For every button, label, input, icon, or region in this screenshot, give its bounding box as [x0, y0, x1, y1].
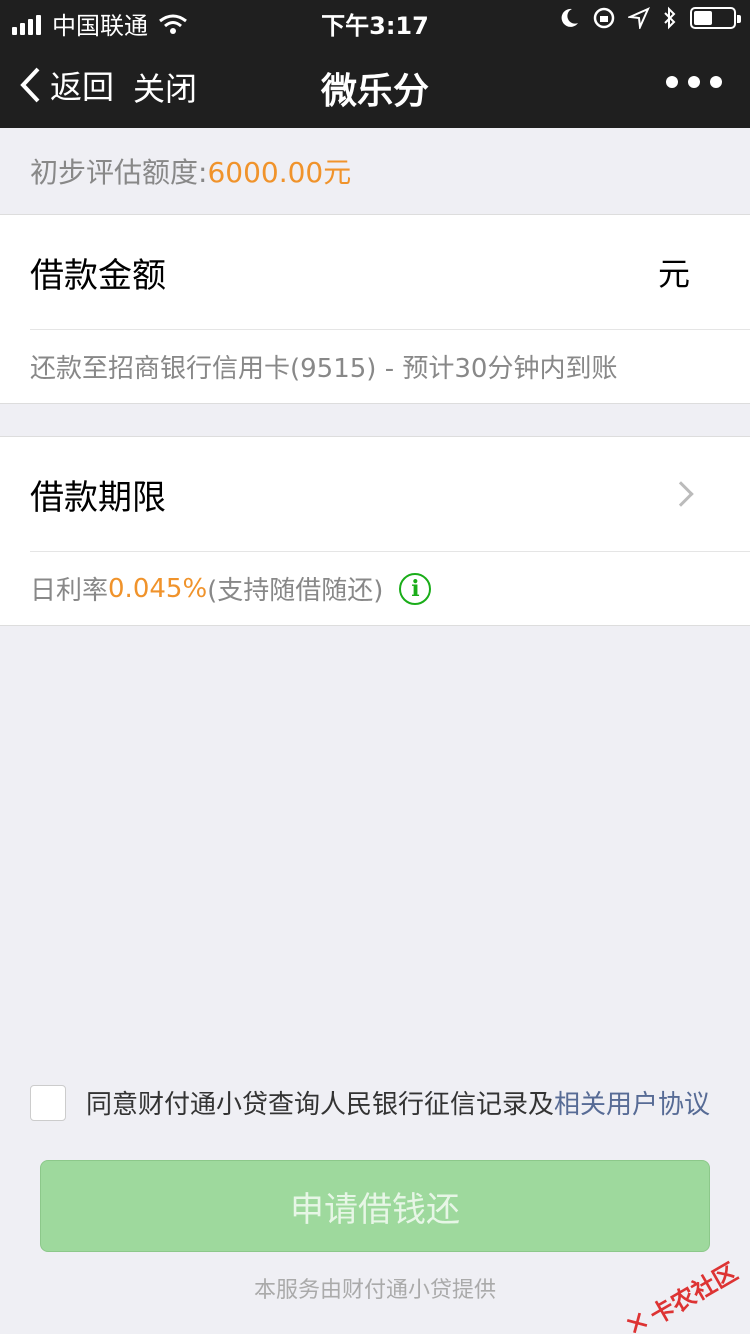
quota-bar: 初步评估额度: 6000.00元: [0, 128, 750, 214]
page-title: 微乐分: [320, 71, 429, 112]
loan-amount-section: 借款金额 元 还款至招商银行信用卡(9515) - 预计30分钟内到账: [0, 214, 750, 404]
status-bar: 中国联通 下午3:17: [0, 0, 750, 40]
agreement-link[interactable]: 相关用户协议: [554, 1084, 710, 1121]
bluetooth-icon: [664, 6, 676, 30]
loan-amount-row[interactable]: 借款金额 元: [0, 215, 750, 329]
interest-rate-row: 日利率 0.045% (支持随借随还) i: [30, 551, 750, 625]
watermark-text: 卡农社区: [644, 1257, 742, 1330]
top-bar: 中国联通 下午3:17 返回 关闭 微乐分: [0, 0, 750, 128]
footer-note: 本服务由财付通小贷提供: [253, 1278, 496, 1303]
moon-icon: [561, 8, 578, 27]
quota-amount: 6000.00元: [207, 156, 352, 189]
loan-term-section: 借款期限 日利率 0.045% (支持随借随还) i: [0, 436, 750, 626]
repay-info: 还款至招商银行信用卡(9515) - 预计30分钟内到账: [30, 329, 750, 403]
chevron-right-icon: [668, 481, 694, 507]
battery-icon: [690, 7, 741, 29]
loan-term-label: 借款期限: [30, 477, 166, 518]
rate-suffix: (支持随借随还): [207, 576, 384, 606]
apply-button[interactable]: 申请借钱还: [40, 1160, 710, 1252]
rate-value: 0.045%: [108, 573, 208, 604]
currency-unit: 元: [657, 255, 690, 293]
navigation-bar: 返回 关闭 微乐分: [0, 40, 750, 128]
location-icon: [628, 7, 650, 29]
agreement-checkbox[interactable]: [30, 1084, 66, 1121]
rate-prefix: 日利率: [30, 576, 109, 606]
quota-label: 初步评估额度:: [30, 156, 208, 189]
loan-amount-label: 借款金额: [30, 255, 166, 296]
agreement-row: 同意财付通小贷查询人民银行征信记录及 相关用户协议: [30, 1084, 710, 1121]
rotation-lock-icon: [593, 7, 615, 29]
info-icon[interactable]: i: [399, 572, 432, 605]
agreement-text: 同意财付通小贷查询人民银行征信记录及: [86, 1090, 555, 1120]
more-menu-icon[interactable]: [666, 76, 722, 88]
loan-term-row[interactable]: 借款期限: [0, 437, 750, 551]
